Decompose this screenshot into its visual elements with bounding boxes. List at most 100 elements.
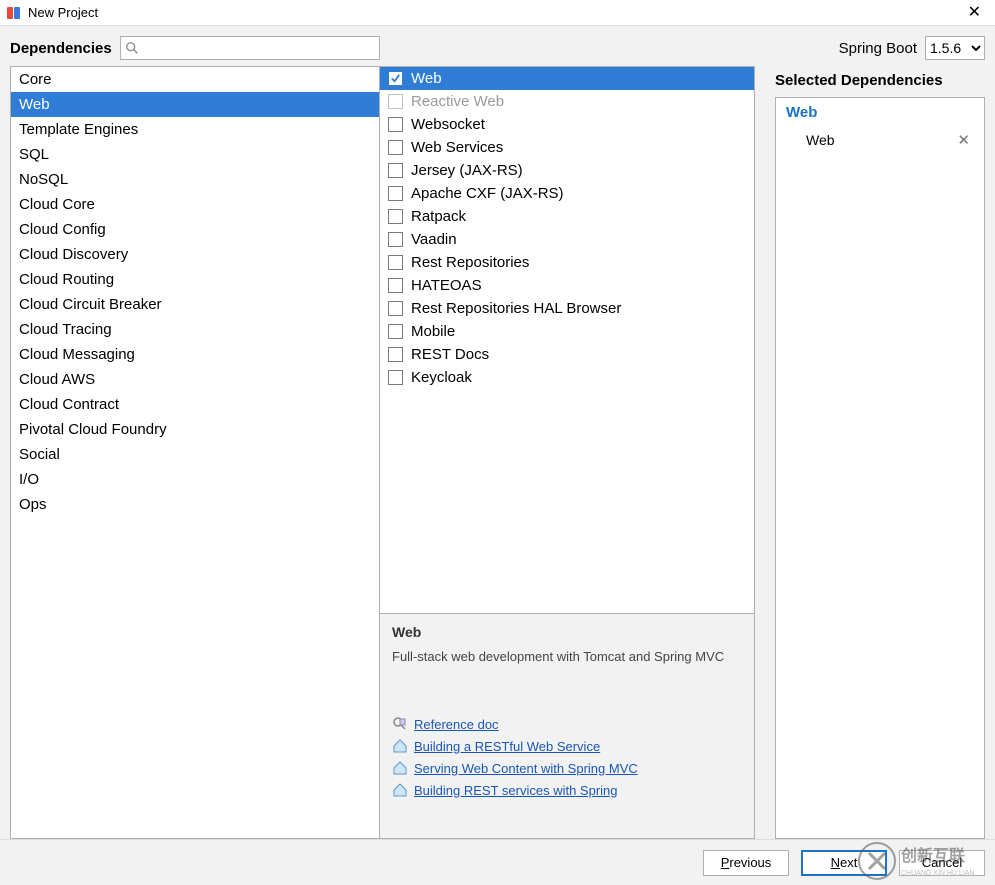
close-icon[interactable]: ✕ [960,3,989,23]
category-item[interactable]: Cloud Circuit Breaker [11,292,379,317]
category-list[interactable]: CoreWebTemplate EnginesSQLNoSQLCloud Cor… [10,66,380,839]
previous-button[interactable]: Previous [703,850,789,876]
titlebar: New Project ✕ [0,0,995,26]
category-item[interactable]: Web [11,92,379,117]
spring-boot-label: Spring Boot [839,40,917,57]
dependency-item[interactable]: Ratpack [380,205,754,228]
checkbox-icon [388,232,403,247]
category-item[interactable]: Core [11,67,379,92]
dependency-list[interactable]: Web Reactive Web Websocket Web Services Jers… [380,67,755,613]
dependency-item[interactable]: Jersey (JAX-RS) [380,159,754,182]
next-button[interactable]: Next [801,850,887,876]
dependency-item[interactable]: Rest Repositories [380,251,754,274]
dependency-label: Rest Repositories HAL Browser [411,300,621,317]
cancel-button[interactable]: Cancel [899,850,985,876]
dependency-item[interactable]: Web [380,67,754,90]
dependency-item[interactable]: Web Services [380,136,754,159]
category-item[interactable]: Cloud Discovery [11,242,379,267]
category-item[interactable]: Template Engines [11,117,379,142]
dependency-label: Keycloak [411,369,472,386]
checkbox-icon [388,278,403,293]
category-item[interactable]: Cloud Messaging [11,342,379,367]
category-item[interactable]: Cloud Core [11,192,379,217]
search-field[interactable] [142,41,375,56]
dependency-label: Websocket [411,116,485,133]
link-label[interactable]: Building REST services with Spring [414,783,618,798]
desc-text: Full-stack web development with Tomcat a… [392,648,742,666]
selected-item-label: Web [806,132,835,148]
dependency-item[interactable]: Vaadin [380,228,754,251]
home-icon [392,760,408,776]
window-title: New Project [28,5,98,20]
link-label[interactable]: Serving Web Content with Spring MVC [414,761,638,776]
app-icon [6,5,22,21]
category-item[interactable]: Cloud Contract [11,392,379,417]
dependency-item[interactable]: Mobile [380,320,754,343]
search-icon [125,41,139,55]
link-label[interactable]: Building a RESTful Web Service [414,739,600,754]
dependency-item[interactable]: Keycloak [380,366,754,389]
dependencies-label: Dependencies [10,40,112,57]
category-item[interactable]: Cloud AWS [11,367,379,392]
checkbox-icon [388,370,403,385]
home-icon [392,738,408,754]
doc-icon [392,716,408,732]
checkbox-icon [388,163,403,178]
dependency-label: Web Services [411,139,503,156]
home-icon [392,782,408,798]
checkbox-icon [388,140,403,155]
category-item[interactable]: I/O [11,467,379,492]
category-item[interactable]: NoSQL [11,167,379,192]
category-item[interactable]: Cloud Config [11,217,379,242]
dependency-label: Apache CXF (JAX-RS) [411,185,564,202]
dependency-label: Jersey (JAX-RS) [411,162,523,179]
mid-column: Web Reactive Web Websocket Web Services Jers… [380,66,755,839]
dependency-label: Mobile [411,323,455,340]
dependency-item: Reactive Web [380,90,754,113]
search-input[interactable] [120,36,380,60]
dependency-label: Vaadin [411,231,457,248]
top-row: Dependencies Spring Boot 1.5.6 [0,26,995,66]
dependency-item[interactable]: Apache CXF (JAX-RS) [380,182,754,205]
dependency-label: Reactive Web [411,93,504,110]
dependency-label: Ratpack [411,208,466,225]
dependency-item[interactable]: Rest Repositories HAL Browser [380,297,754,320]
dependency-label: REST Docs [411,346,489,363]
desc-title: Web [392,624,742,640]
dependency-item[interactable]: Websocket [380,113,754,136]
category-item[interactable]: Ops [11,492,379,517]
checkbox-icon [388,117,403,132]
desc-link[interactable]: Building a RESTful Web Service [392,738,742,754]
checkbox-icon [388,255,403,270]
checkbox-icon [388,324,403,339]
selected-group: Web [776,98,984,127]
remove-icon[interactable]: ✕ [953,131,974,149]
dependency-label: Web [411,70,442,87]
checkbox-icon [388,186,403,201]
dependency-item[interactable]: REST Docs [380,343,754,366]
main-area: CoreWebTemplate EnginesSQLNoSQLCloud Cor… [0,66,995,839]
footer: Previous Next Cancel [0,839,995,885]
checkbox-icon [388,301,403,316]
desc-link[interactable]: Building REST services with Spring [392,782,742,798]
category-item[interactable]: SQL [11,142,379,167]
selected-title: Selected Dependencies [775,72,985,89]
link-label[interactable]: Reference doc [414,717,499,732]
dependency-label: HATEOAS [411,277,482,294]
desc-link[interactable]: Reference doc [392,716,742,732]
dependency-item[interactable]: HATEOAS [380,274,754,297]
category-item[interactable]: Cloud Tracing [11,317,379,342]
checkbox-icon [388,94,403,109]
checkbox-icon [388,71,403,86]
selected-panel: Web Web ✕ [775,97,985,839]
category-item[interactable]: Social [11,442,379,467]
selected-column: Selected Dependencies Web Web ✕ [755,66,985,839]
category-item[interactable]: Pivotal Cloud Foundry [11,417,379,442]
checkbox-icon [388,347,403,362]
selected-item: Web ✕ [776,127,984,153]
desc-link[interactable]: Serving Web Content with Spring MVC [392,760,742,776]
dependency-label: Rest Repositories [411,254,529,271]
description-panel: Web Full-stack web development with Tomc… [380,613,755,838]
category-item[interactable]: Cloud Routing [11,267,379,292]
spring-version-select[interactable]: 1.5.6 [925,36,985,60]
